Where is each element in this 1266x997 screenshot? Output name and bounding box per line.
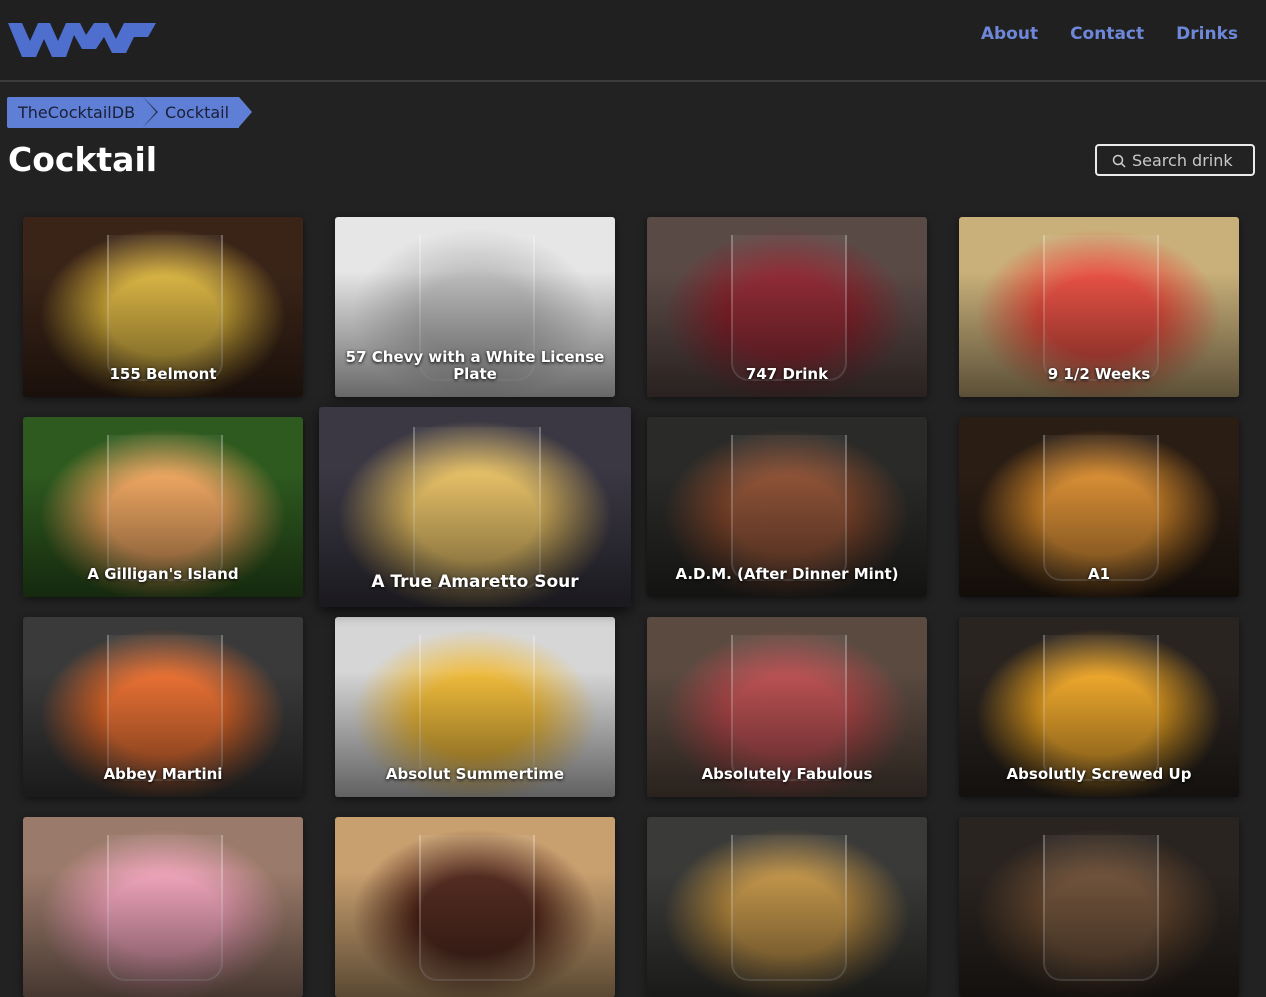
drink-card[interactable] [647, 817, 927, 997]
drink-card[interactable]: Absolut Summertime [335, 617, 615, 797]
drink-name: 155 Belmont [109, 365, 217, 383]
drink-card[interactable]: A Gilligan's Island [23, 417, 303, 597]
drink-name: 57 Chevy with a White License Plate [345, 348, 605, 383]
nav-contact-link[interactable]: Contact [1070, 24, 1144, 44]
breadcrumb: TheCocktailDB Cocktail [7, 97, 253, 128]
breadcrumb-label: TheCocktailDB [18, 103, 136, 122]
breadcrumb-label: Cocktail [165, 103, 230, 122]
drink-name: Absolutely Fabulous [701, 765, 873, 783]
drink-card[interactable]: 747 Drink [647, 217, 927, 397]
search-input[interactable] [1132, 146, 1250, 174]
drink-card[interactable]: 155 Belmont [23, 217, 303, 397]
drink-name: Absolut Summertime [385, 765, 565, 783]
drink-card[interactable]: A True Amaretto Sour [319, 407, 631, 607]
drink-card[interactable]: 57 Chevy with a White License Plate [335, 217, 615, 397]
drink-card[interactable]: Absolutely Fabulous [647, 617, 927, 797]
top-navbar: About Contact Drinks [0, 0, 1266, 82]
nav-drinks-link[interactable]: Drinks [1176, 24, 1238, 44]
logo-icon[interactable] [8, 19, 158, 61]
drink-card[interactable]: A.D.M. (After Dinner Mint) [647, 417, 927, 597]
drink-card[interactable]: Absolutly Screwed Up [959, 617, 1239, 797]
search-icon [1112, 154, 1126, 168]
drink-name: A1 [1087, 565, 1111, 583]
drink-card[interactable]: A1 [959, 417, 1239, 597]
breadcrumb-item-thecocktaildb[interactable]: TheCocktailDB [7, 97, 159, 128]
drink-name: A Gilligan's Island [87, 565, 239, 583]
search-box[interactable] [1095, 144, 1255, 176]
nav-about-link[interactable]: About [981, 24, 1038, 44]
drink-name: Absolutly Screwed Up [1006, 765, 1192, 783]
drink-name: Abbey Martini [103, 765, 223, 783]
drink-card[interactable] [23, 817, 303, 997]
drink-name: A.D.M. (After Dinner Mint) [675, 565, 899, 583]
drink-card[interactable] [335, 817, 615, 997]
drink-name: 747 Drink [745, 365, 829, 383]
page-title: Cocktail [8, 140, 158, 179]
drink-name: A True Amaretto Sour [371, 572, 579, 592]
drink-card[interactable]: Abbey Martini [23, 617, 303, 797]
drink-card[interactable]: 9 1/2 Weeks [959, 217, 1239, 397]
drink-card[interactable] [959, 817, 1239, 997]
main-nav: About Contact Drinks [981, 24, 1238, 44]
drink-name: 9 1/2 Weeks [1047, 365, 1151, 383]
